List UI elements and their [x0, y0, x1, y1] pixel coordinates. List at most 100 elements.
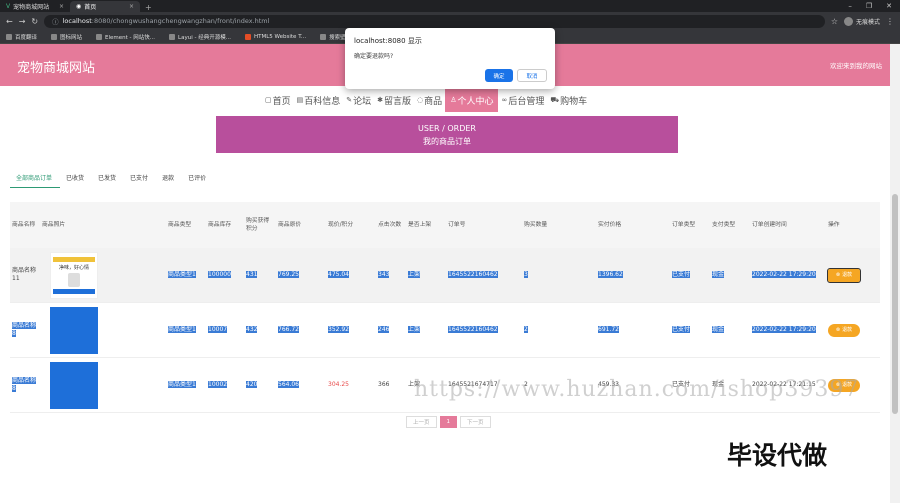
- tab-paid[interactable]: 已支付: [124, 171, 156, 188]
- new-tab-button[interactable]: +: [140, 3, 157, 12]
- bookmark-icon: [320, 33, 327, 40]
- page: 宠物商城网站 欢迎来到我的网站 ▢ 首页 ▤ 百科信息 ✎ 论坛 ✱ 留言版 ◌ 商品 ♙…: [0, 44, 890, 503]
- tab-received[interactable]: 已收货: [60, 171, 92, 188]
- close-icon[interactable]: ×: [129, 3, 134, 10]
- table-row[interactable]: 商品名称8 商品类型1 10007 432 766.72 352.92 246 …: [10, 303, 880, 358]
- product-name: 商品名称8: [12, 377, 37, 392]
- browser-tab-1[interactable]: V 宠物商城网站 ×: [0, 1, 70, 12]
- order-number: 1645522160462: [448, 326, 498, 333]
- nav-label: 后台管理: [508, 96, 545, 107]
- bookmark-item[interactable]: 图标网站: [51, 33, 82, 41]
- refund-button[interactable]: ⊗ 退款: [828, 323, 860, 337]
- col-header: 商品原价: [278, 222, 302, 228]
- product-type: 商品类型1: [168, 381, 196, 388]
- product-stock: 10002: [208, 381, 228, 388]
- incognito-label: 无痕模式: [855, 18, 880, 26]
- incognito-badge[interactable]: 无痕模式: [843, 16, 880, 26]
- nav-label: 个人中心: [457, 96, 494, 107]
- nav-item-forum[interactable]: ✎ 论坛: [343, 88, 374, 112]
- col-header: 商品类型: [168, 222, 192, 228]
- nav-item-home[interactable]: ▢ 首页: [262, 88, 294, 112]
- refund-label: 退款: [842, 272, 853, 278]
- bookmark-label: HTML5 Website T...: [253, 33, 307, 40]
- page-scrollbar[interactable]: [890, 44, 900, 503]
- col-header: 商品库存: [208, 222, 232, 228]
- order-number: 1645522160462: [448, 271, 498, 278]
- nav-item-messages[interactable]: ✱ 留言版: [374, 88, 414, 112]
- bookmark-item[interactable]: Element - 网站快...: [96, 33, 155, 41]
- nav-item-products[interactable]: ◌ 商品: [414, 88, 445, 112]
- current-price: 475.04: [328, 271, 349, 278]
- paid-amount: 691.72: [598, 326, 619, 333]
- vue-icon: V: [6, 3, 11, 10]
- product-name: 商品名称8: [12, 322, 37, 337]
- star-icon: ✱: [377, 96, 384, 104]
- col-header: 订单类型: [672, 222, 696, 228]
- original-price: 564.06: [278, 381, 299, 388]
- product-photo[interactable]: 净味，好心情: [50, 251, 98, 299]
- product-photo[interactable]: [50, 306, 98, 354]
- product-stock: 100000: [208, 271, 231, 278]
- tab-label: 宠物商城网站: [13, 4, 50, 11]
- page-1-button[interactable]: 1: [439, 416, 458, 428]
- paid-amount: 1396.62: [598, 271, 623, 278]
- tab-refund[interactable]: 退款: [156, 171, 182, 188]
- reload-icon[interactable]: ↻: [31, 17, 38, 26]
- bookmark-item[interactable]: 百度翻译: [6, 33, 37, 41]
- next-page-button[interactable]: 下一页: [460, 416, 491, 428]
- tab-label: 首页: [84, 4, 97, 11]
- browser-tab-2[interactable]: ◉ 首页 ×: [70, 1, 140, 12]
- close-window-icon[interactable]: ✕: [886, 2, 892, 10]
- confirm-dialog: localhost:8080 显示 确定要退款吗? 确定 取消: [345, 28, 555, 89]
- prev-page-button[interactable]: 上一页: [406, 416, 437, 428]
- product-photo[interactable]: [50, 361, 98, 409]
- nav-label: 首页: [272, 96, 291, 107]
- user-icon: ♙: [450, 96, 457, 104]
- product-can: [68, 272, 80, 287]
- created-time: 2022-02-22 17:29:20: [752, 271, 816, 278]
- refund-button[interactable]: ⊗ 退款: [827, 267, 861, 283]
- bookmark-item[interactable]: HTML5 Website T...: [244, 33, 307, 40]
- bookmark-icon: [6, 33, 12, 40]
- nav-item-encyclopedia[interactable]: ▤ 百科信息: [294, 88, 344, 112]
- nav-label: 论坛: [353, 96, 372, 107]
- globe-icon: ◉: [76, 3, 82, 10]
- col-header: 商品名称: [12, 222, 36, 228]
- ok-button[interactable]: 确定: [485, 69, 513, 82]
- dialog-message: 确定要退款吗?: [354, 53, 394, 60]
- click-count: 343: [378, 271, 390, 278]
- col-header: 现价/积分: [328, 222, 354, 228]
- back-icon[interactable]: ←: [6, 17, 13, 26]
- forward-icon[interactable]: →: [19, 17, 26, 26]
- tab-shipped[interactable]: 已发货: [92, 171, 124, 188]
- order-type: 已支付: [672, 326, 691, 333]
- points: 432: [246, 326, 258, 333]
- bookmark-icon: [169, 33, 176, 40]
- nav-item-personal-center[interactable]: ♙ 个人中心: [445, 88, 499, 112]
- product-photo-cell: 净味，好心情: [40, 251, 166, 299]
- url-input[interactable]: ⓘ localhost :8080/chongwushangchengwangz…: [44, 14, 825, 28]
- restore-icon[interactable]: ❐: [866, 2, 872, 10]
- tab-all-orders[interactable]: 全部商品订单: [10, 171, 61, 188]
- close-icon[interactable]: ×: [59, 3, 64, 10]
- minimize-icon[interactable]: –: [848, 2, 852, 10]
- nav-item-admin[interactable]: ∞ 后台管理: [498, 88, 547, 112]
- click-count: 366: [378, 381, 390, 388]
- bookmark-item[interactable]: Layui - 经典开源模...: [169, 33, 231, 41]
- current-price: 304.25: [328, 381, 349, 388]
- nav-item-cart[interactable]: ⛟ 购物车: [547, 88, 590, 112]
- points: 431: [246, 271, 258, 278]
- dialog-title: localhost:8080 显示: [354, 37, 422, 45]
- payment-type: 现金: [712, 271, 725, 278]
- photo-caption: 净味，好心情: [58, 264, 89, 271]
- table-row[interactable]: 商品名称11 净味，好心情 商品类型1 100000 431 769.25 47…: [10, 248, 880, 303]
- home-icon: ▢: [265, 96, 272, 104]
- menu-icon[interactable]: ⋮: [886, 17, 894, 26]
- scrollbar-thumb[interactable]: [892, 194, 898, 414]
- nav-label: 商品: [424, 96, 443, 107]
- cancel-button[interactable]: 取消: [517, 69, 547, 82]
- refund-icon: ⊗: [835, 272, 841, 278]
- tab-reviewed[interactable]: 已评价: [182, 171, 214, 188]
- product-photo-cell: [40, 361, 166, 409]
- star-icon[interactable]: ☆: [831, 17, 838, 26]
